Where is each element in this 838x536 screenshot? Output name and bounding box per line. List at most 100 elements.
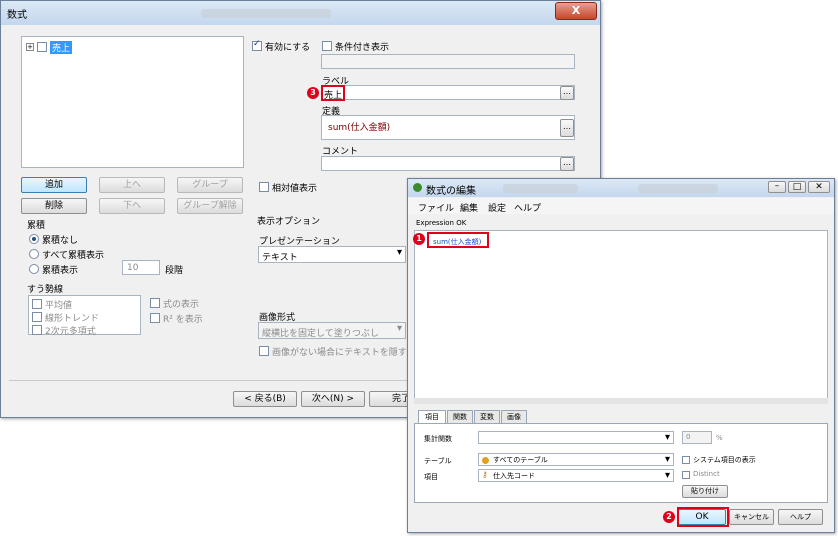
accum-steps-value: 10 bbox=[127, 263, 139, 273]
expression-status: Expression OK bbox=[416, 219, 467, 227]
show-formula-checkbox[interactable] bbox=[150, 298, 160, 308]
back-button[interactable]: < 戻る(B) bbox=[233, 391, 297, 407]
annotation-3-box bbox=[321, 85, 345, 101]
definition-input[interactable]: sum(仕入金額) bbox=[321, 115, 575, 140]
tab-images[interactable]: 画像 bbox=[501, 410, 527, 423]
trend-linear-checkbox[interactable] bbox=[32, 312, 42, 322]
expression-editor[interactable]: sum(仕入金額) bbox=[414, 230, 828, 400]
dialog-title: 数式の編集 bbox=[426, 186, 476, 197]
trendlines-title: すう勢線 bbox=[27, 285, 64, 295]
aggregate-number[interactable]: 0 bbox=[682, 431, 712, 444]
label-input[interactable]: 売上 bbox=[321, 85, 575, 101]
relative-checkbox[interactable] bbox=[259, 182, 269, 192]
presentation-value: テキスト bbox=[262, 253, 298, 263]
conditional-label: 条件付き表示 bbox=[335, 43, 390, 53]
percent-label: % bbox=[716, 434, 723, 442]
tab-fields[interactable]: 項目 bbox=[418, 410, 446, 423]
menu-bar: ファイル 編集 設定 ヘルプ bbox=[408, 198, 834, 214]
trend-average-checkbox[interactable] bbox=[32, 299, 42, 309]
blurred-title-text bbox=[201, 9, 331, 18]
hide-text-checkbox[interactable] bbox=[259, 346, 269, 356]
title-bar: 数式 X bbox=[1, 1, 600, 25]
menu-settings[interactable]: 設定 bbox=[488, 201, 506, 214]
editor-hscroll[interactable] bbox=[414, 398, 828, 404]
distinct-label: Distinct bbox=[693, 470, 720, 478]
aggregate-number-value: 0 bbox=[686, 433, 691, 441]
dialog-title-bar: 数式の編集 – □ ✕ bbox=[408, 179, 834, 197]
annotation-3-marker: 3 bbox=[307, 87, 319, 99]
image-format-value: 縦横比を固定して塗りつぶし bbox=[262, 329, 379, 339]
presentation-select[interactable]: テキスト bbox=[258, 246, 406, 263]
show-r2-label: R² を表示 bbox=[163, 315, 203, 325]
expand-icon[interactable]: + bbox=[26, 43, 34, 51]
accum-steps-radio[interactable] bbox=[29, 264, 39, 274]
menu-help[interactable]: ヘルプ bbox=[514, 201, 541, 214]
table-value: すべてのテーブル bbox=[493, 456, 548, 464]
show-r2-checkbox[interactable] bbox=[150, 313, 160, 323]
field-value: 仕入先コード bbox=[493, 472, 535, 480]
table-select[interactable]: すべてのテーブル bbox=[478, 453, 674, 466]
accum-steps-input[interactable]: 10 bbox=[122, 260, 160, 275]
tab-functions[interactable]: 関数 bbox=[447, 410, 473, 423]
tab-variables[interactable]: 変数 bbox=[474, 410, 500, 423]
window-title: 数式 bbox=[7, 10, 27, 21]
up-button[interactable]: 上へ bbox=[99, 177, 165, 193]
conditional-checkbox[interactable] bbox=[322, 41, 332, 51]
accum-all-radio[interactable] bbox=[29, 249, 39, 259]
definition-value: sum(仕入金額) bbox=[328, 123, 391, 133]
tree-item-checkbox[interactable] bbox=[37, 42, 47, 52]
annotation-1-box bbox=[427, 232, 489, 248]
dialog-close-button[interactable]: ✕ bbox=[808, 181, 830, 193]
system-fields-checkbox[interactable] bbox=[682, 456, 690, 464]
accumulation-title: 累積 bbox=[27, 221, 46, 231]
maximize-button[interactable]: □ bbox=[788, 181, 806, 193]
next-button[interactable]: 次へ(N) > bbox=[301, 391, 365, 407]
expression-tree[interactable]: + 売上 bbox=[21, 36, 244, 168]
close-button[interactable]: X bbox=[555, 2, 597, 20]
table-label: テーブル bbox=[424, 457, 452, 465]
accum-none-label: 累積なし bbox=[42, 236, 79, 246]
enabled-checkbox[interactable] bbox=[252, 39, 262, 51]
trend-linear-label: 線形トレンド bbox=[45, 314, 100, 324]
key-icon: ⚷ bbox=[482, 470, 488, 479]
add-button[interactable]: 追加 bbox=[21, 177, 87, 193]
annotation-2-marker: 2 bbox=[663, 511, 675, 523]
trend-average-label: 平均値 bbox=[45, 301, 73, 311]
trendlines-list[interactable]: 平均値 線形トレンド 2次元多項式 bbox=[28, 295, 141, 337]
annotation-2-box bbox=[677, 507, 729, 527]
comment-input[interactable] bbox=[321, 156, 575, 171]
table-icon bbox=[482, 457, 489, 464]
accum-steps-label: 累積表示 bbox=[42, 266, 79, 276]
system-fields-label: システム項目の表示 bbox=[693, 456, 756, 464]
accum-none-radio[interactable] bbox=[29, 234, 39, 244]
group-button[interactable]: グループ bbox=[177, 177, 243, 193]
aggregate-select[interactable] bbox=[478, 431, 674, 444]
ungroup-button[interactable]: グループ解除 bbox=[177, 198, 243, 214]
delete-button[interactable]: 削除 bbox=[21, 198, 87, 214]
conditional-input[interactable] bbox=[321, 54, 575, 69]
comment-browse-button[interactable]: … bbox=[560, 157, 574, 171]
menu-edit[interactable]: 編集 bbox=[460, 201, 478, 214]
app-icon bbox=[413, 183, 422, 192]
label-browse-button[interactable]: … bbox=[560, 86, 574, 100]
accum-steps-unit: 段階 bbox=[165, 266, 184, 276]
distinct-checkbox[interactable] bbox=[682, 471, 690, 479]
accum-all-label: すべて累積表示 bbox=[42, 251, 105, 261]
paste-button[interactable]: 貼り付け bbox=[682, 485, 728, 498]
trend-poly-checkbox[interactable] bbox=[32, 325, 42, 335]
help-button[interactable]: ヘルプ bbox=[778, 509, 823, 525]
blurred-dialog-title bbox=[503, 184, 578, 193]
relative-label: 相対値表示 bbox=[272, 184, 318, 194]
annotation-1-marker: 1 bbox=[413, 233, 425, 245]
tree-item-label[interactable]: 売上 bbox=[50, 41, 73, 54]
definition-browse-button[interactable]: … bbox=[560, 119, 574, 137]
field-label: 項目 bbox=[424, 473, 438, 481]
down-button[interactable]: 下へ bbox=[99, 198, 165, 214]
trend-poly-label: 2次元多項式 bbox=[45, 327, 96, 337]
minimize-button[interactable]: – bbox=[768, 181, 786, 193]
field-select[interactable]: ⚷ 仕入先コード bbox=[478, 469, 674, 482]
blurred-dialog-title-2 bbox=[638, 184, 718, 193]
menu-file[interactable]: ファイル bbox=[418, 201, 454, 214]
image-format-select[interactable]: 縦横比を固定して塗りつぶし bbox=[258, 322, 406, 339]
cancel-button[interactable]: キャンセル bbox=[729, 509, 774, 525]
